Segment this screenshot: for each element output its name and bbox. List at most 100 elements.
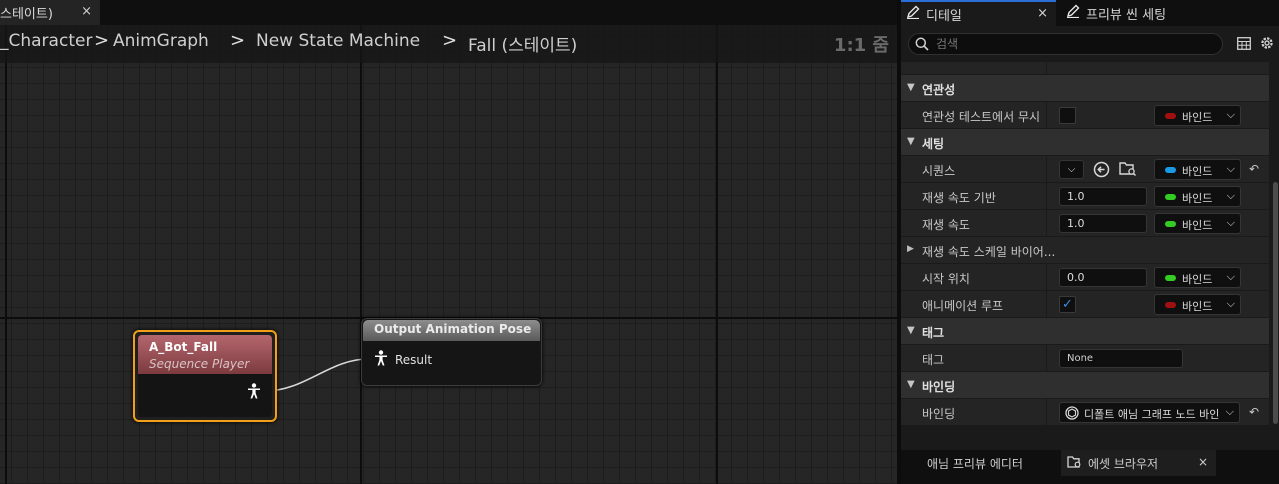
column-divider	[1046, 62, 1047, 75]
tag-input[interactable]: None	[1059, 349, 1183, 368]
property-list-bottom	[901, 426, 1269, 450]
property-binding: 바인딩 디폴트 애님 그래프 노드 바인딩 ⌵ ↶	[901, 399, 1269, 426]
bottom-tab-bar: 애님 프리뷰 에디터 에셋 브라우저 ×	[901, 450, 1279, 484]
details-scrollbar[interactable]	[1271, 62, 1279, 450]
anim-graph-panel: 스테이트) × _Character > AnimGraph > New Sta…	[0, 0, 897, 484]
grid-major-line	[5, 25, 7, 484]
chevron-down-icon: ⌵	[1226, 108, 1235, 121]
tab-label: 애님 프리뷰 에디터	[927, 456, 1023, 471]
property-matrix-icon[interactable]	[1237, 37, 1251, 53]
category-label: 세팅	[922, 137, 945, 151]
expand-arrow-icon: ▼	[907, 379, 915, 390]
property-label: 태그	[922, 353, 945, 367]
bind-dropdown[interactable]: 바인드 ⌵	[1154, 105, 1241, 126]
property-label: 재생 속도	[922, 218, 970, 232]
binding-type-dropdown[interactable]: 디폴트 애님 그래프 노드 바인딩 ⌵	[1059, 402, 1240, 423]
category-binding[interactable]: ▼ 바인딩	[901, 372, 1269, 399]
search-icon	[915, 37, 929, 54]
tab-fall-state[interactable]: 스테이트) ×	[0, 0, 100, 25]
node-title: A_Bot_Fall	[149, 340, 218, 354]
unreal-anim-editor: 스테이트) × _Character > AnimGraph > New Sta…	[0, 0, 1279, 484]
tab-preview-scene-settings[interactable]: 프리뷰 씬 세팅	[1061, 0, 1201, 26]
column-divider	[1046, 156, 1047, 183]
bind-dropdown[interactable]: 바인드 ⌵	[1154, 267, 1241, 288]
details-tab-bar: 디테일 × 프리뷰 씬 세팅	[901, 0, 1279, 26]
use-selected-asset-icon[interactable]	[1093, 161, 1110, 181]
category-tags[interactable]: ▼ 태그	[901, 318, 1269, 345]
bind-label: 바인드	[1182, 111, 1213, 124]
property-row-partial	[901, 62, 1269, 75]
property-label: 재생 속도 기반	[922, 191, 996, 205]
property-label: 애니메이션 루프	[922, 299, 1004, 313]
binding-type-label: 디폴트 애님 그래프 노드 바인딩	[1084, 408, 1220, 421]
category-relevancy[interactable]: ▼ 연관성	[901, 75, 1269, 102]
tab-label: 스테이트)	[0, 7, 53, 22]
sequence-asset-dropdown[interactable]: ⌵	[1059, 160, 1084, 179]
chevron-down-icon: ⌵	[1226, 189, 1235, 202]
pencil-icon	[1066, 4, 1080, 22]
breadcrumb-item-fall-state[interactable]: Fall (스테이트)	[468, 31, 577, 56]
close-icon[interactable]: ×	[81, 4, 92, 19]
pencil-icon	[906, 5, 920, 23]
details-panel: 디테일 × 프리뷰 씬 세팅 검색 ▼ 연관성 연관성 테스트에서 무시 바인드…	[901, 0, 1279, 484]
bind-dropdown[interactable]: 바인드 ⌵	[1154, 294, 1241, 315]
chevron-down-icon: ⌵	[1226, 297, 1235, 310]
pin-label: Result	[395, 353, 433, 367]
play-rate-basis-input[interactable]: 1.0	[1059, 187, 1147, 206]
column-divider	[1046, 210, 1047, 237]
search-input[interactable]	[908, 33, 1223, 55]
breadcrumb-item-state-machine[interactable]: New State Machine	[256, 31, 420, 51]
tab-label: 에셋 브라우저	[1088, 456, 1159, 471]
tab-asset-browser[interactable]: 에셋 브라우저 ×	[1061, 450, 1216, 476]
search-row	[901, 26, 1279, 62]
tab-anim-preview-editor[interactable]: 애님 프리뷰 에디터	[911, 450, 1061, 476]
breadcrumb-separator-icon: >	[442, 30, 458, 51]
pose-input-pin-icon[interactable]	[374, 350, 388, 369]
pose-output-pin-icon[interactable]	[247, 383, 261, 402]
reset-to-default-icon[interactable]: ↶	[1249, 405, 1259, 419]
start-position-input[interactable]: 0.0	[1059, 268, 1147, 287]
property-label: 바인딩	[922, 407, 956, 421]
column-divider	[1046, 399, 1047, 426]
chevron-down-icon: ⌵	[1225, 405, 1234, 418]
bind-dropdown[interactable]: 바인드 ⌵	[1154, 159, 1241, 180]
pin-color-dot	[1165, 275, 1176, 281]
property-sequence: 시퀀스 ⌵ 바인드 ⌵ ↶	[901, 156, 1269, 183]
node-subtitle: Sequence Player	[149, 357, 250, 371]
browse-asset-folder-icon[interactable]	[1119, 160, 1137, 180]
pin-color-dot	[1165, 302, 1176, 308]
sequence-player-node[interactable]: A_Bot_Fall Sequence Player	[133, 330, 277, 422]
close-icon[interactable]: ×	[1198, 455, 1208, 469]
ignore-relevancy-checkbox[interactable]	[1059, 107, 1076, 124]
gear-icon[interactable]	[1259, 35, 1275, 54]
output-animation-pose-node[interactable]: Output Animation Pose Result	[361, 318, 542, 386]
property-label: 시퀀스	[922, 164, 956, 178]
tab-details[interactable]: 디테일 ×	[901, 0, 1056, 26]
reset-to-default-icon[interactable]: ↶	[1249, 162, 1259, 176]
close-icon[interactable]: ×	[1037, 6, 1048, 21]
scrollbar-thumb[interactable]	[1273, 182, 1278, 424]
property-ignore-relevancy: 연관성 테스트에서 무시 바인드 ⌵	[901, 102, 1269, 129]
bind-dropdown[interactable]: 바인드 ⌵	[1154, 213, 1241, 234]
category-settings[interactable]: ▼ 세팅	[901, 129, 1269, 156]
breadcrumb-separator-icon: >	[230, 30, 246, 51]
expand-arrow-icon: ▼	[907, 136, 915, 147]
asset-browser-icon	[1067, 455, 1082, 472]
category-label: 연관성	[922, 83, 956, 97]
bind-dropdown[interactable]: 바인드 ⌵	[1154, 186, 1241, 207]
breadcrumb-item-animgraph[interactable]: AnimGraph	[113, 31, 209, 51]
property-play-rate: 재생 속도 1.0 바인드 ⌵	[901, 210, 1269, 237]
loop-animation-checkbox[interactable]: ✓	[1059, 296, 1076, 313]
column-divider	[1046, 291, 1047, 318]
property-label: 연관성 테스트에서 무시	[922, 110, 1041, 124]
breadcrumb-item-character[interactable]: _Character	[0, 31, 92, 51]
tab-label: 프리뷰 씬 세팅	[1086, 7, 1167, 23]
property-play-rate-scale-bias[interactable]: ▶ 재생 속도 스케일 바이어...	[901, 237, 1269, 264]
expand-arrow-icon[interactable]: ▶	[907, 244, 914, 254]
property-list: ▼ 연관성 연관성 테스트에서 무시 바인드 ⌵ ▼ 세팅 시퀀스 ⌵ 바인드 …	[901, 62, 1269, 450]
play-rate-input[interactable]: 1.0	[1059, 214, 1147, 233]
expand-arrow-icon: ▼	[907, 325, 915, 336]
bind-label: 바인드	[1182, 165, 1213, 178]
property-loop-animation: 애니메이션 루프 ✓ 바인드 ⌵	[901, 291, 1269, 318]
column-divider	[1046, 102, 1047, 129]
